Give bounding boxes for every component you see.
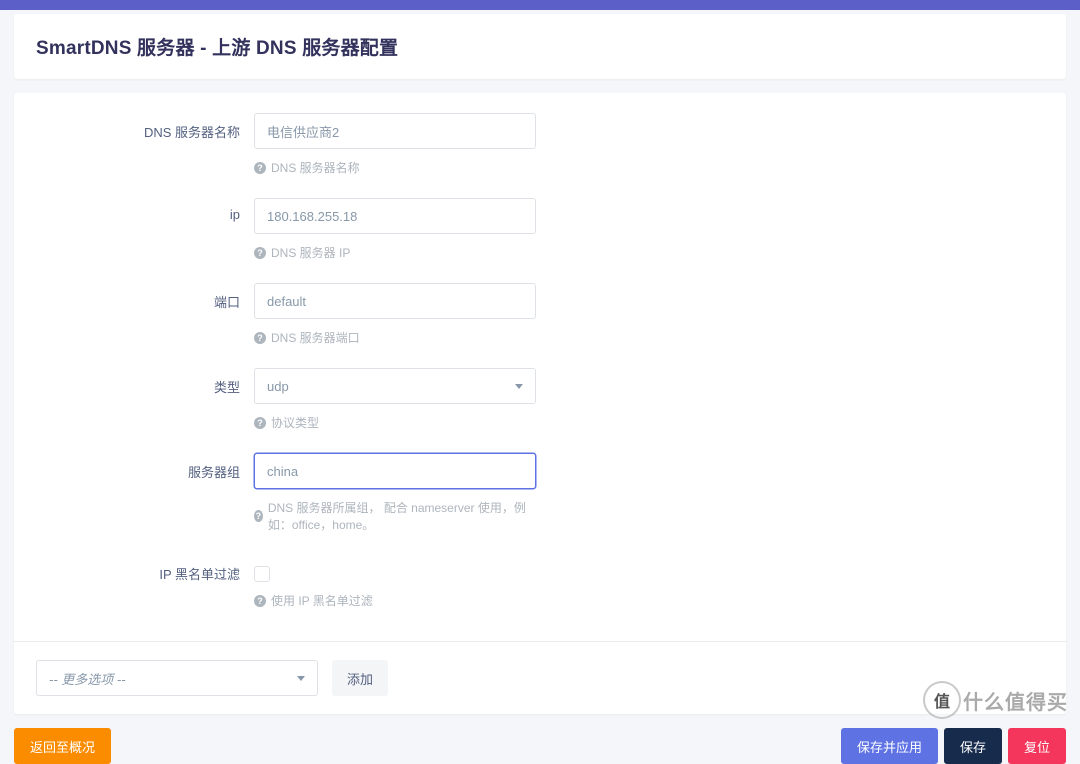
top-accent-bar [0,0,1080,10]
checkbox-blacklist[interactable] [254,566,270,582]
form-card: DNS 服务器名称 ? DNS 服务器名称 ip ? DNS 服务器 IP 端口 [14,93,1066,714]
label-dns-name: DNS 服务器名称 [36,113,254,141]
watermark-text: 什么值得买 [963,686,1068,715]
help-blacklist: ? 使用 IP 黑名单过滤 [254,592,536,609]
label-type: 类型 [36,368,254,396]
chevron-down-icon [297,676,305,681]
input-dns-name[interactable] [254,113,536,149]
row-blacklist: IP 黑名单过滤 ? 使用 IP 黑名单过滤 [36,555,1044,627]
save-apply-button[interactable]: 保存并应用 [841,728,938,764]
row-group: 服务器组 ? DNS 服务器所属组， 配合 nameserver 使用，例如：o… [36,453,1044,551]
help-icon: ? [254,417,266,429]
row-dns-name: DNS 服务器名称 ? DNS 服务器名称 [36,113,1044,194]
chevron-down-icon [515,384,523,389]
help-icon: ? [254,162,266,174]
watermark-badge: 值 [923,681,961,719]
input-ip[interactable] [254,198,536,234]
help-group: ? DNS 服务器所属组， 配合 nameserver 使用，例如：office… [254,499,536,533]
help-ip: ? DNS 服务器 IP [254,244,536,261]
row-port: 端口 ? DNS 服务器端口 [36,283,1044,364]
options-bar: -- 更多选项 -- 添加 [14,641,1066,714]
save-button[interactable]: 保存 [944,728,1002,764]
help-type: ? 协议类型 [254,414,536,431]
input-port[interactable] [254,283,536,319]
help-icon: ? [254,332,266,344]
footer-actions: 返回至概况 保存并应用 保存 复位 [14,728,1066,764]
label-port: 端口 [36,283,254,311]
help-icon: ? [254,247,266,259]
help-icon: ? [254,510,263,522]
add-button[interactable]: 添加 [332,660,388,696]
form-body: DNS 服务器名称 ? DNS 服务器名称 ip ? DNS 服务器 IP 端口 [14,93,1066,641]
row-type: 类型 udp ? 协议类型 [36,368,1044,449]
page-header: SmartDNS 服务器 - 上游 DNS 服务器配置 [14,14,1066,79]
input-group[interactable] [254,453,536,489]
help-dns-name: ? DNS 服务器名称 [254,159,536,176]
help-port: ? DNS 服务器端口 [254,329,536,346]
row-ip: ip ? DNS 服务器 IP [36,198,1044,279]
label-group: 服务器组 [36,453,254,481]
select-more-options[interactable]: -- 更多选项 -- [36,660,318,696]
select-type[interactable]: udp [254,368,536,404]
help-icon: ? [254,595,266,607]
label-ip: ip [36,198,254,222]
page-title: SmartDNS 服务器 - 上游 DNS 服务器配置 [36,33,1044,60]
reset-button[interactable]: 复位 [1008,728,1066,764]
label-blacklist: IP 黑名单过滤 [36,555,254,583]
watermark: 值 什么值得买 [923,681,1068,719]
back-button[interactable]: 返回至概况 [14,728,111,764]
